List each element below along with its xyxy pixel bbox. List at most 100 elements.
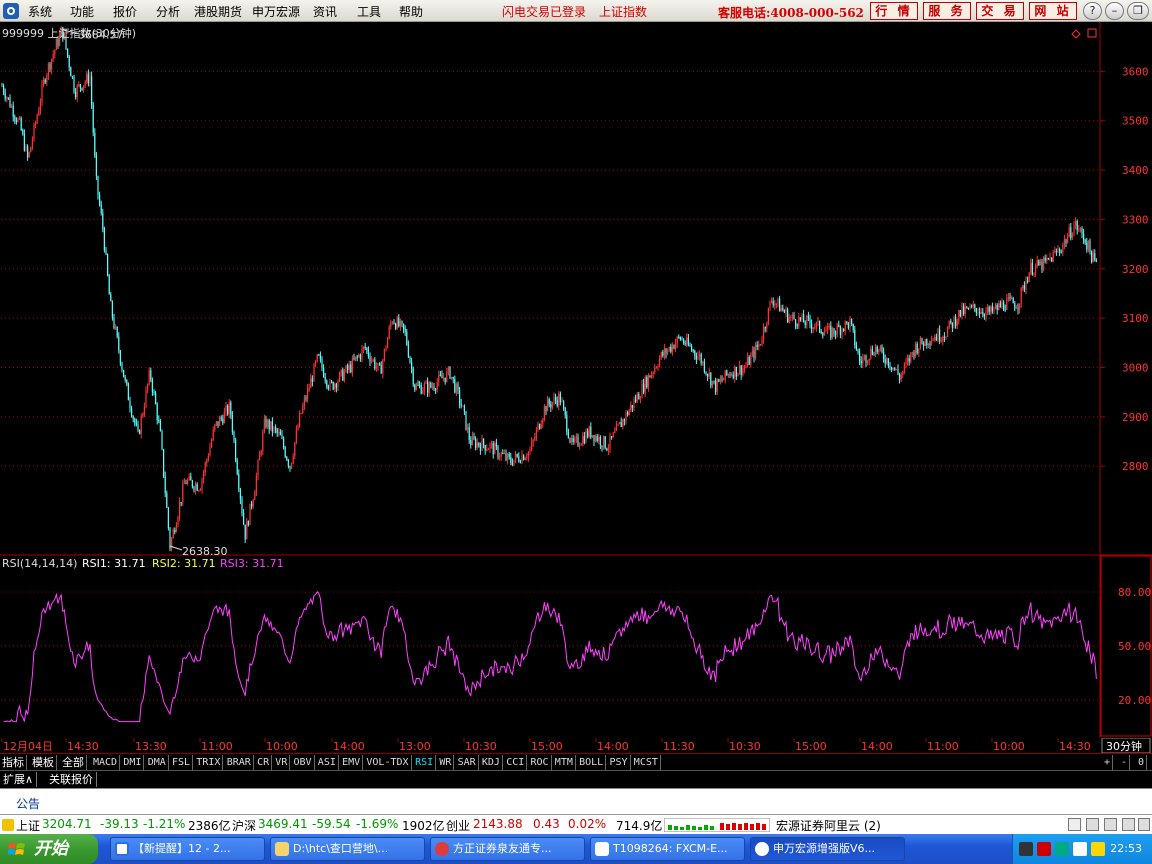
folder-icon	[275, 842, 289, 856]
menu-function[interactable]: 功能	[70, 3, 94, 20]
candle-body	[1070, 227, 1072, 238]
menu-news[interactable]: 资讯	[313, 3, 337, 20]
settings-icon[interactable]	[1138, 818, 1150, 831]
related-quote-tab[interactable]: 关联报价	[46, 772, 97, 787]
indicator-tab-asi[interactable]: ASI	[316, 755, 339, 770]
breadth-green-bar	[698, 827, 702, 830]
tab-indicator[interactable]: 指标	[0, 755, 27, 770]
task-founder[interactable]: 方正证券泉友通专...	[430, 837, 585, 861]
help-icon[interactable]: ?	[1083, 2, 1102, 20]
indicator-tab-sar[interactable]: SAR	[456, 755, 479, 770]
candle-body	[972, 304, 974, 307]
indicator-tab-brar[interactable]: BRAR	[225, 755, 254, 770]
indicator-tab-vol-tdx[interactable]: VOL-TDX	[364, 755, 412, 770]
menu-hk-futures[interactable]: 港股期货	[194, 3, 242, 20]
candle-body	[977, 312, 979, 314]
time-tick-label: 12月04日	[3, 740, 53, 753]
tray-shield-icon[interactable]	[1091, 842, 1105, 856]
reset-button[interactable]: 0	[1136, 755, 1148, 770]
indicator-tab-mtm[interactable]: MTM	[553, 755, 576, 770]
indicator-tab-obv[interactable]: OBV	[292, 755, 315, 770]
tray-red-icon[interactable]	[1037, 842, 1051, 856]
tray-app-icon[interactable]	[1019, 842, 1033, 856]
candle-body	[1059, 249, 1061, 252]
candle-body	[540, 424, 542, 429]
indicator-tab-kdj[interactable]: KDJ	[480, 755, 503, 770]
expand-button[interactable]: 扩展∧	[0, 772, 38, 787]
candle-body	[543, 406, 545, 419]
indicator-tab-roc[interactable]: ROC	[529, 755, 552, 770]
tab-all[interactable]: 全部	[60, 755, 87, 770]
candle-body	[537, 424, 539, 430]
menu-system[interactable]: 系统	[28, 3, 52, 20]
menu-swhy[interactable]: 申万宏源	[252, 3, 300, 20]
candle-body	[121, 363, 123, 370]
time-tick-label: 14:00	[597, 740, 629, 753]
indicator-tab-boll[interactable]: BOLL	[577, 755, 607, 770]
candle-body	[182, 483, 184, 503]
market-button[interactable]: 行 情	[870, 2, 918, 20]
candle-body	[300, 413, 302, 415]
indicator-tab-wr[interactable]: WR	[437, 755, 455, 770]
candle-body	[225, 405, 227, 412]
candle-body	[812, 327, 814, 330]
current-index-label: 上证指数	[599, 5, 648, 19]
tray-volume-icon[interactable]	[1073, 842, 1087, 856]
task-fxcm[interactable]: T1098264: FXCM-E...	[590, 837, 745, 861]
layout-icon[interactable]	[1068, 818, 1081, 831]
candle-body	[918, 348, 920, 354]
zoom-out-button[interactable]: -	[1119, 755, 1131, 770]
candle-body	[787, 309, 789, 322]
candle-body	[515, 453, 517, 460]
indicator-tab-fsl[interactable]: FSL	[170, 755, 194, 770]
task-swhy[interactable]: 申万宏源增强版V6...	[750, 837, 905, 861]
website-button[interactable]: 网 站	[1029, 2, 1077, 20]
tray-network-icon[interactable]	[1055, 842, 1069, 856]
indicator-tab-dma[interactable]: DMA	[146, 755, 169, 770]
indicator-tab-mcst[interactable]: MCST	[632, 755, 661, 770]
service-button[interactable]: 服 务	[923, 2, 971, 20]
indicator-tab-vr[interactable]: VR	[273, 755, 291, 770]
candle-body	[966, 307, 968, 309]
candlestick-chart[interactable]: 2800 2900 3000 3100 3200 3300 3400 3500 3600 80.0…	[0, 22, 1152, 738]
menu-tools[interactable]: 工具	[357, 3, 381, 20]
zoom-in-button[interactable]: +	[1102, 755, 1114, 770]
indicator-tab-emv[interactable]: EMV	[340, 755, 364, 770]
menu-quote[interactable]: 报价	[113, 3, 137, 20]
indicator-tab-cci[interactable]: CCI	[504, 755, 528, 770]
task-reminder[interactable]: 【新提醒】12 - 2...	[110, 837, 265, 861]
trade-button[interactable]: 交 易	[976, 2, 1024, 20]
indicator-tab-dmi[interactable]: DMI	[121, 755, 145, 770]
restore-icon[interactable]: ❐	[1127, 2, 1149, 20]
indicator-tab-macd[interactable]: MACD	[91, 755, 121, 770]
candle-body	[206, 459, 208, 464]
tab-template[interactable]: 模板	[30, 755, 57, 770]
lock-icon[interactable]	[1086, 818, 1099, 831]
candle-body	[747, 357, 749, 366]
menu-analysis[interactable]: 分析	[156, 3, 180, 20]
minimize-icon[interactable]: –	[1105, 2, 1124, 20]
tool-icon[interactable]	[1122, 818, 1135, 831]
indicator-tab-rsi[interactable]: RSI	[413, 755, 437, 770]
candle-body	[707, 374, 709, 377]
indicator-tab-cr[interactable]: CR	[255, 755, 273, 770]
start-button[interactable]: 开始	[0, 834, 98, 864]
indicator-tab-trix[interactable]: TRIX	[194, 755, 224, 770]
candle-body	[299, 413, 301, 427]
candle-body	[798, 317, 800, 327]
candle-body	[263, 419, 265, 433]
candle-body	[697, 356, 699, 360]
menu-help[interactable]: 帮助	[399, 3, 423, 20]
candle-body	[283, 438, 285, 448]
candle-body	[95, 155, 97, 176]
candle-body	[468, 427, 470, 441]
time-tick-label: 15:00	[531, 740, 563, 753]
indicator-tab-psy[interactable]: PSY	[608, 755, 631, 770]
candle-body	[884, 359, 886, 364]
candle-body	[663, 348, 665, 356]
task-folder[interactable]: D:\htc\查口营地\...	[270, 837, 425, 861]
signal-icon[interactable]	[1104, 818, 1117, 831]
candle-body	[187, 480, 189, 484]
time-tick-label: 15:00	[795, 740, 827, 753]
notice-link[interactable]: 公告	[16, 795, 40, 812]
